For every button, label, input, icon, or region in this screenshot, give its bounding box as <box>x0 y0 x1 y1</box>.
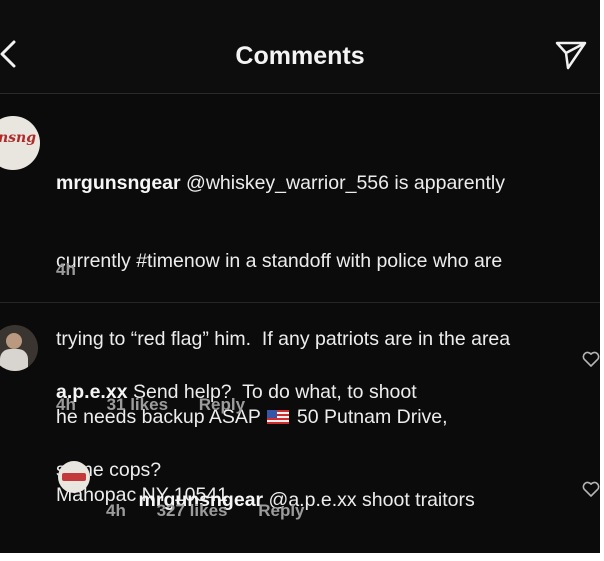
reply-item: mrgunsngear @a.p.e.xx shoot traitors 4h … <box>0 433 600 553</box>
avatar[interactable]: nsng <box>0 116 40 170</box>
comment-item: a.p.e.xx Send help? To do what, to shoot… <box>0 303 600 481</box>
header-bar: Comments <box>0 0 600 94</box>
caption-line: @whiskey_warrior_556 is apparently <box>180 172 505 194</box>
bottom-border <box>0 553 604 561</box>
page-title: Comments <box>235 42 365 70</box>
comment-time: 4h <box>56 260 76 279</box>
comment-username[interactable]: mrgunsngear <box>56 172 181 194</box>
caption-line: currently #timenow in a standoff with po… <box>56 250 503 272</box>
paper-plane-icon[interactable] <box>554 38 588 72</box>
likes-count[interactable]: 327 likes <box>157 501 228 520</box>
comment-meta: 4h <box>56 260 102 280</box>
reply-button[interactable]: Reply <box>199 395 245 414</box>
comment-meta: 4h 327 likes Reply <box>106 501 331 521</box>
likes-count[interactable]: 31 likes <box>107 395 168 414</box>
heart-icon[interactable] <box>582 351 600 367</box>
reply-button[interactable]: Reply <box>258 501 304 520</box>
avatar-logo-text: nsng <box>0 130 37 146</box>
heart-icon[interactable] <box>582 481 600 497</box>
comment-meta: 4h 31 likes Reply <box>56 395 271 415</box>
avatar[interactable] <box>0 325 38 371</box>
reply-text: mrgunsngear @a.p.e.xx shoot traitors <box>106 461 586 539</box>
comment-time: 4h <box>56 395 76 414</box>
comment-time: 4h <box>106 501 126 520</box>
caption-comment: nsng mrgunsngear @whiskey_warrior_556 is… <box>0 94 600 506</box>
comments-screen: Comments nsng mrgunsngear @whiskey_warri… <box>0 0 600 553</box>
avatar[interactable] <box>58 461 90 493</box>
